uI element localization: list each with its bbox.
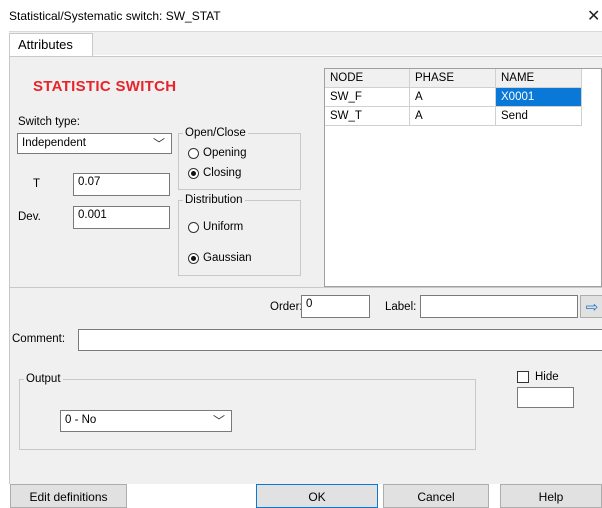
output-legend: Output bbox=[26, 373, 61, 385]
closing-radio-button[interactable] bbox=[188, 167, 199, 179]
dev-input[interactable]: 0.001 bbox=[73, 206, 170, 229]
table-cell-node[interactable]: SW_F bbox=[325, 88, 410, 107]
output-value: 0 - No bbox=[65, 414, 97, 426]
switch-type-value: Independent bbox=[22, 137, 86, 149]
hide-input[interactable] bbox=[517, 387, 574, 408]
edit-definitions-button[interactable]: Edit definitions bbox=[10, 484, 127, 508]
ok-button[interactable]: OK bbox=[256, 484, 378, 508]
node-table[interactable]: NODE PHASE NAME SW_F A X0001 SW_T A Send bbox=[324, 68, 602, 287]
cancel-button[interactable]: Cancel bbox=[383, 484, 489, 508]
order-input[interactable]: 0 bbox=[301, 295, 370, 318]
tab-attributes[interactable]: Attributes bbox=[9, 33, 93, 57]
help-button[interactable]: Help bbox=[500, 484, 602, 508]
t-label: T bbox=[33, 178, 41, 190]
hide-label: Hide bbox=[535, 371, 559, 383]
close-icon[interactable]: ✕ bbox=[587, 6, 600, 26]
opening-label: Opening bbox=[203, 147, 247, 159]
comment-label: Comment: bbox=[12, 333, 66, 345]
open-close-legend: Open/Close bbox=[185, 127, 246, 139]
arrow-right-icon[interactable]: ⇨ bbox=[580, 295, 602, 318]
label-input[interactable] bbox=[420, 295, 578, 318]
closing-radio[interactable]: Closing bbox=[188, 167, 241, 179]
table-cell-phase[interactable]: A bbox=[410, 88, 496, 107]
tab-strip bbox=[9, 31, 602, 55]
uniform-radio[interactable]: Uniform bbox=[188, 221, 243, 233]
t-input[interactable]: 0.07 bbox=[73, 173, 170, 196]
table-cell-name[interactable]: Send bbox=[496, 107, 582, 126]
uniform-label: Uniform bbox=[203, 221, 244, 233]
table-cell-name-selected[interactable]: X0001 bbox=[496, 88, 582, 107]
label-field-label: Label: bbox=[385, 301, 417, 313]
output-select[interactable]: 0 - No ﹀ bbox=[60, 410, 232, 432]
column-header-name[interactable]: NAME bbox=[496, 69, 582, 88]
chevron-down-icon: ﹀ bbox=[212, 414, 225, 428]
gaussian-label: Gaussian bbox=[203, 252, 252, 264]
switch-type-select[interactable]: Independent ﹀ bbox=[17, 133, 172, 154]
distribution-legend: Distribution bbox=[185, 194, 243, 206]
switch-type-label: Switch type: bbox=[18, 116, 80, 128]
opening-radio[interactable]: Opening bbox=[188, 147, 246, 159]
comment-input[interactable] bbox=[78, 329, 602, 351]
dev-label: Dev. bbox=[18, 211, 41, 223]
uniform-radio-button[interactable] bbox=[188, 221, 199, 233]
table-cell-phase[interactable]: A bbox=[410, 107, 496, 126]
gaussian-radio[interactable]: Gaussian bbox=[188, 252, 252, 264]
column-header-phase[interactable]: PHASE bbox=[410, 69, 496, 88]
table-cell-node[interactable]: SW_T bbox=[325, 107, 410, 126]
order-label: Order: bbox=[270, 301, 303, 313]
gaussian-radio-button[interactable] bbox=[188, 252, 199, 264]
component-heading: STATISTIC SWITCH bbox=[33, 78, 177, 95]
window-title: Statistical/Systematic switch: SW_STAT bbox=[9, 9, 221, 23]
column-header-node[interactable]: NODE bbox=[325, 69, 410, 88]
hide-checkbox[interactable] bbox=[517, 371, 529, 383]
chevron-down-icon: ﹀ bbox=[152, 137, 165, 151]
closing-label: Closing bbox=[203, 167, 242, 179]
opening-radio-button[interactable] bbox=[188, 147, 199, 159]
